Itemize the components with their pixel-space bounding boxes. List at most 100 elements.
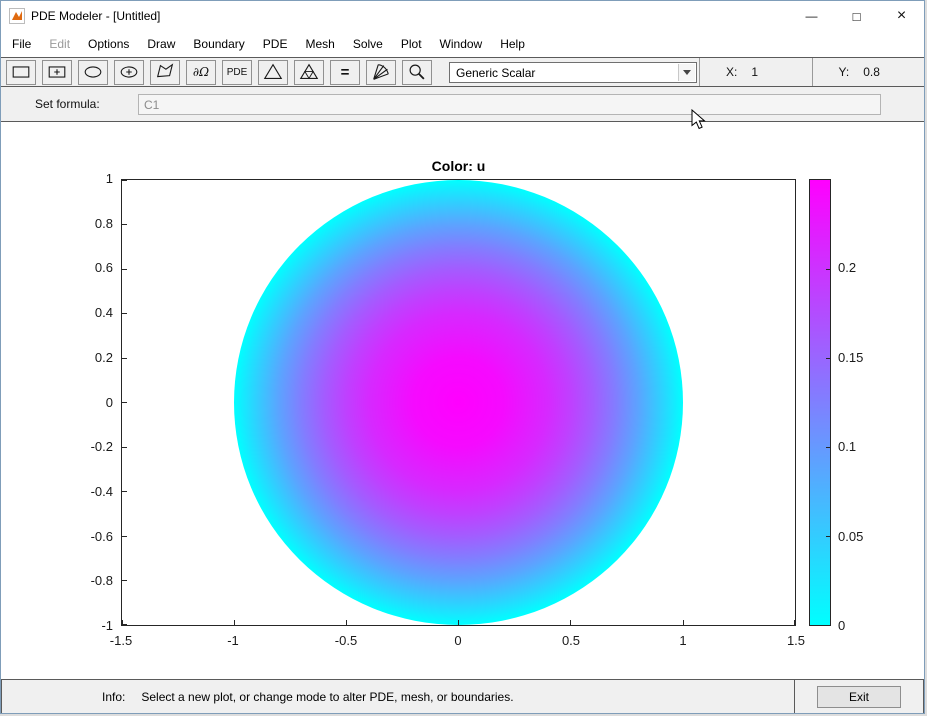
chevron-down-icon[interactable] (678, 64, 695, 81)
x-tick-label: -0.5 (334, 633, 358, 648)
info-box: Info: Select a new plot, or change mode … (1, 679, 795, 713)
exit-button[interactable]: Exit (817, 686, 901, 708)
y-coordinate-label: Y: (838, 65, 850, 79)
y-tick-label: -1 (101, 618, 113, 633)
y-tick-mark (122, 358, 127, 359)
x-tick-mark (346, 620, 347, 625)
y-tick-label: -0.4 (90, 484, 113, 499)
close-icon: × (896, 7, 907, 24)
x-tick-mark (234, 620, 235, 625)
y-tick-label: 0.6 (94, 260, 113, 275)
pde-modeler-window: PDE Modeler - [Untitled] — □ × File Edit… (0, 0, 925, 714)
menu-file[interactable]: File (3, 31, 40, 57)
rectangle-icon (12, 66, 30, 78)
draw-rectangle-centered-button[interactable] (42, 59, 72, 85)
colorbar-tick-label: 0.1 (838, 439, 857, 454)
mouse-cursor (691, 109, 706, 130)
colorbar-tick-label: 0.2 (838, 260, 857, 275)
refined-triangle-icon (299, 63, 319, 80)
x-tick-label: 1.5 (786, 633, 806, 648)
y-coordinate-display: Y: 0.8 (811, 58, 925, 86)
y-tick-mark (122, 536, 127, 537)
menu-options[interactable]: Options (79, 31, 138, 57)
boundary-mode-icon: ∂Ω (192, 65, 210, 79)
x-tick-mark (683, 620, 684, 625)
menu-help[interactable]: Help (491, 31, 534, 57)
draw-ellipse-button[interactable] (78, 59, 108, 85)
y-tick-mark (122, 580, 127, 581)
x-tick-mark (570, 620, 571, 625)
application-mode-dropdown[interactable]: Generic Scalar (449, 62, 697, 83)
initialize-mesh-button[interactable] (258, 59, 288, 85)
colorbar-tick-mark (826, 447, 830, 448)
close-button[interactable]: × (879, 1, 924, 31)
application-mode-value: Generic Scalar (456, 65, 536, 80)
menu-edit: Edit (49, 37, 71, 51)
ellipse-plus-icon (120, 66, 138, 78)
plot-area: Color: u -1.5 -1 -0.5 0 0.5 1 1.5 1 0.8 … (1, 122, 924, 679)
polygon-icon (156, 63, 174, 78)
draw-ellipse-centered-button[interactable] (114, 59, 144, 85)
set-formula-label: Set formula: (35, 97, 100, 111)
y-tick-label: -0.6 (90, 529, 113, 544)
menu-mesh[interactable]: Mesh (296, 31, 343, 57)
colorbar-tick-mark (826, 269, 830, 270)
info-label: Info: (102, 690, 126, 704)
plot-title: Color: u (431, 158, 486, 174)
y-tick-mark (122, 269, 127, 270)
colorbar-tick-label: 0 (838, 618, 846, 633)
y-tick-label: -0.2 (90, 439, 113, 454)
boundary-mode-button[interactable]: ∂Ω (186, 59, 216, 85)
colorbar (809, 179, 831, 626)
draw-polygon-button[interactable] (150, 59, 180, 85)
plot-axes (121, 179, 796, 626)
rectangle-plus-icon (48, 66, 66, 78)
menu-pde[interactable]: PDE (254, 31, 297, 57)
maximize-icon: □ (852, 8, 861, 24)
x-tick-label: 0.5 (561, 633, 581, 648)
maximize-button[interactable]: □ (834, 1, 879, 31)
y-tick-mark (122, 491, 127, 492)
minimize-button[interactable]: — (789, 1, 834, 31)
refine-mesh-button[interactable] (294, 59, 324, 85)
set-formula-input[interactable] (138, 94, 881, 115)
menu-bar: File Edit Options Draw Boundary PDE Mesh… (1, 31, 924, 57)
y-tick-label: 0.2 (94, 350, 113, 365)
x-tick-label: 1 (679, 633, 687, 648)
plot-solution-button[interactable] (366, 59, 396, 85)
pde-mode-button[interactable]: PDE (222, 59, 252, 85)
menu-window[interactable]: Window (431, 31, 492, 57)
zoom-button[interactable] (402, 59, 432, 85)
menu-plot[interactable]: Plot (392, 31, 431, 57)
x-tick-label: -1.5 (109, 633, 133, 648)
title-bar: PDE Modeler - [Untitled] — □ × (1, 1, 924, 31)
coordinate-readout: X: 1 Y: 0.8 (699, 58, 924, 86)
exit-box: Exit (794, 679, 924, 713)
colorbar-tick-mark (826, 536, 830, 537)
pde-mode-icon: PDE (226, 66, 248, 78)
x-coordinate-display: X: 1 (700, 58, 812, 86)
menu-boundary[interactable]: Boundary (184, 31, 253, 57)
x-tick-label: 0 (454, 633, 462, 648)
y-tick-label: 1 (105, 171, 113, 186)
x-tick-mark (458, 620, 459, 625)
y-tick-mark (122, 180, 127, 181)
ellipse-icon (84, 66, 102, 78)
x-coordinate-label: X: (726, 65, 738, 79)
window-title: PDE Modeler - [Untitled] (31, 9, 161, 23)
colorbar-tick-label: 0.15 (838, 350, 864, 365)
y-tick-mark (122, 402, 127, 403)
menu-solve[interactable]: Solve (344, 31, 392, 57)
minimize-icon: — (805, 9, 818, 23)
formula-bar: Set formula: (1, 86, 924, 122)
magnifier-icon (409, 64, 425, 80)
menu-draw[interactable]: Draw (138, 31, 184, 57)
solve-icon: = (340, 63, 350, 81)
solve-pde-button[interactable]: = (330, 59, 360, 85)
colorbar-tick-mark (826, 358, 830, 359)
y-tick-mark (122, 624, 127, 625)
solution-disk (234, 180, 683, 625)
draw-rectangle-button[interactable] (6, 59, 36, 85)
y-tick-label: 0.8 (94, 216, 113, 231)
surface-plot-icon (373, 64, 389, 80)
